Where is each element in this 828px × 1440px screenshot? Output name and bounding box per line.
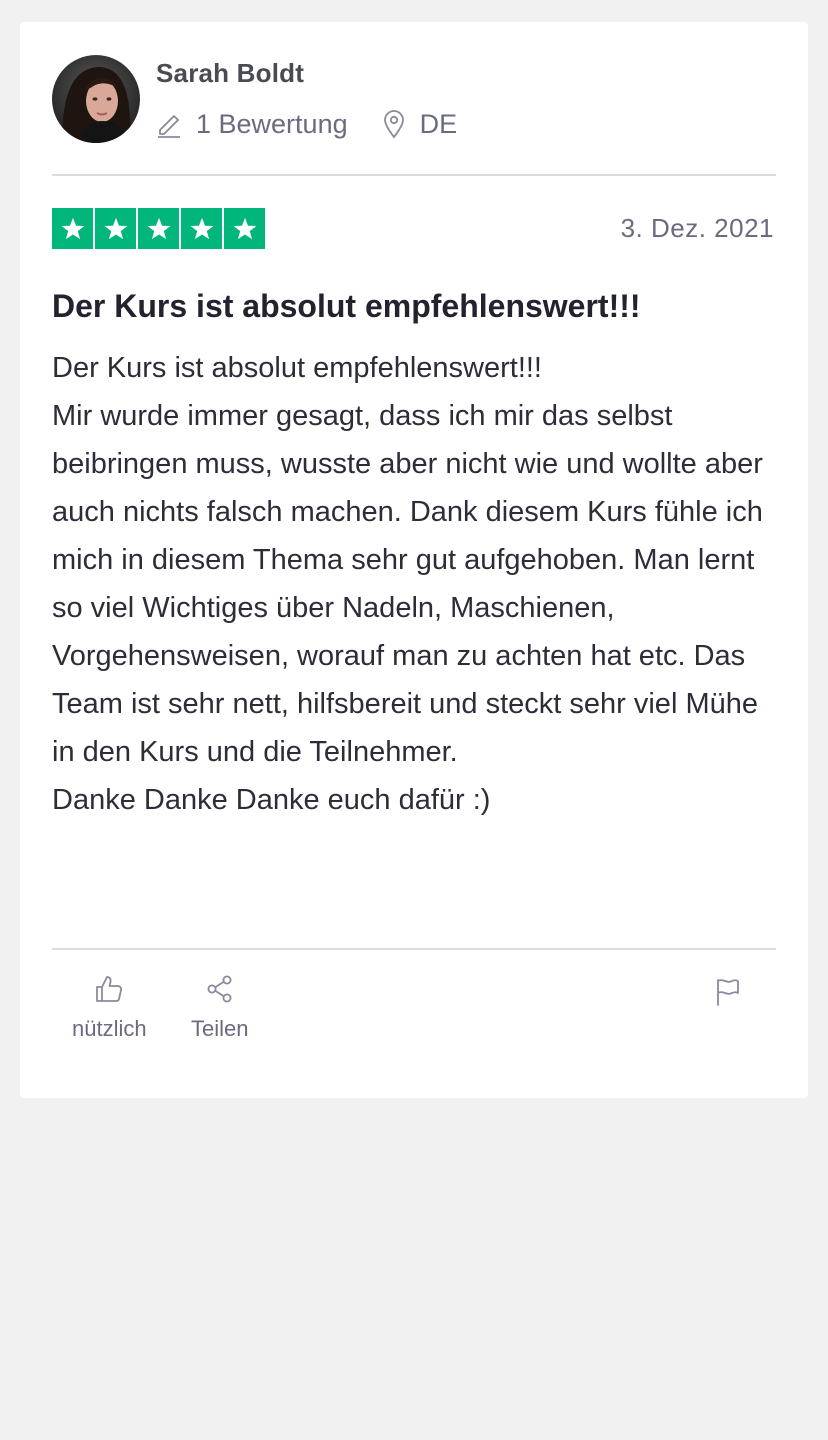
review-count: 1 Bewertung — [156, 109, 348, 140]
footer-divider — [52, 948, 776, 950]
star-icon — [138, 208, 179, 249]
country-code: DE — [419, 108, 458, 139]
reviewer-avatar[interactable] — [52, 55, 140, 143]
star-icon — [95, 208, 136, 249]
reviewer-country: DE — [382, 108, 458, 140]
useful-label: nützlich — [72, 1016, 147, 1041]
share-label: Teilen — [191, 1016, 249, 1041]
share-icon — [207, 975, 232, 1003]
reviewer-meta: 1 Bewertung DE — [156, 106, 457, 142]
review-card: Sarah Boldt 1 Bewertung DE 3. Dez. 2021 … — [20, 22, 808, 1098]
location-pin-icon — [383, 110, 404, 138]
star-icon — [52, 208, 93, 249]
reviewer-name[interactable]: Sarah Boldt — [156, 58, 304, 89]
avatar-photo — [52, 55, 140, 143]
star-icon — [181, 208, 222, 249]
thumbs-up-icon — [96, 976, 123, 1002]
star-rating — [52, 208, 267, 249]
review-body: Der Kurs ist absolut empfehlenswert!!! M… — [52, 352, 763, 816]
share-button[interactable]: Teilen — [191, 974, 248, 1042]
review-count-text: 1 Bewertung — [196, 108, 348, 139]
useful-button[interactable]: nützlich — [72, 974, 147, 1042]
header-divider — [52, 174, 776, 176]
pencil-icon — [158, 115, 180, 138]
star-icon — [224, 208, 265, 249]
review-date: 3. Dez. 2021 — [620, 213, 774, 243]
flag-icon — [717, 979, 739, 1006]
report-button[interactable] — [714, 977, 742, 1012]
review-title: Der Kurs ist absolut empfehlenswert!!! — [52, 288, 641, 324]
